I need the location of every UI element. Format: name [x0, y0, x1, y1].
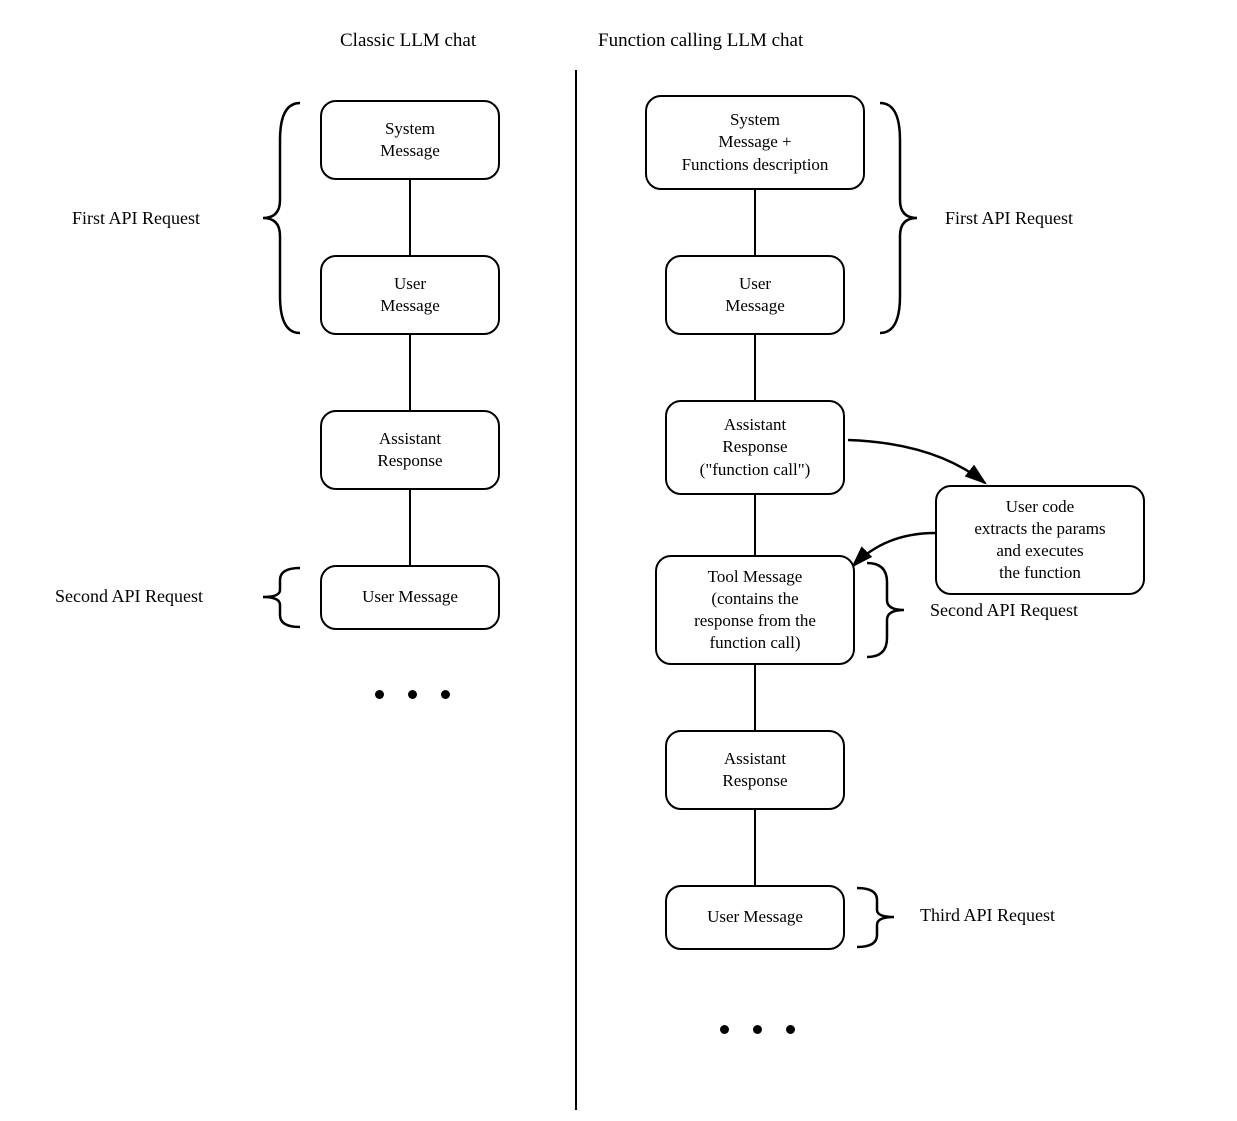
right-connector-3 [754, 495, 756, 555]
right-assistant-box: Assistant Response [665, 730, 845, 810]
dot [753, 1025, 762, 1034]
right-label-first: First API Request [945, 208, 1073, 229]
right-connector-2 [754, 335, 756, 400]
right-brace-third [852, 885, 912, 950]
left-ellipsis [375, 690, 450, 699]
right-assistant-text: Assistant Response [722, 748, 787, 792]
left-user1-box: User Message [320, 255, 500, 335]
right-user1-box: User Message [665, 255, 845, 335]
right-title: Function calling LLM chat [598, 30, 803, 52]
left-connector-3 [409, 490, 411, 565]
left-user1-text: User Message [380, 273, 439, 317]
right-assistant-fc-text: Assistant Response ("function call") [700, 414, 811, 480]
right-label-third: Third API Request [920, 905, 1055, 926]
left-system-text: System Message [380, 118, 439, 162]
left-user2-text: User Message [362, 586, 458, 608]
left-assistant-text: Assistant Response [377, 428, 442, 472]
left-assistant-box: Assistant Response [320, 410, 500, 490]
right-usercode-box: User code extracts the params and execut… [935, 485, 1145, 595]
dot [375, 690, 384, 699]
right-assistant-fc-box: Assistant Response ("function call") [665, 400, 845, 495]
right-connector-5 [754, 810, 756, 885]
arrow-to-usercode [845, 435, 1005, 495]
right-brace-second [862, 560, 922, 660]
right-tool-text: Tool Message (contains the response from… [694, 566, 816, 654]
dot [408, 690, 417, 699]
dot [441, 690, 450, 699]
right-label-second: Second API Request [930, 600, 1078, 621]
right-system-text: System Message + Functions description [682, 109, 829, 175]
left-user2-box: User Message [320, 565, 500, 630]
left-connector-1 [409, 180, 411, 255]
dot [786, 1025, 795, 1034]
left-label-first: First API Request [72, 208, 200, 229]
left-brace-first [245, 100, 305, 336]
dot [720, 1025, 729, 1034]
right-connector-1 [754, 190, 756, 255]
left-title: Classic LLM chat [340, 30, 476, 52]
divider [575, 70, 577, 1110]
left-brace-second [245, 565, 305, 630]
diagram-canvas: Classic LLM chat Function calling LLM ch… [0, 0, 1237, 1121]
right-user2-box: User Message [665, 885, 845, 950]
right-tool-box: Tool Message (contains the response from… [655, 555, 855, 665]
right-usercode-text: User code extracts the params and execut… [974, 496, 1105, 584]
left-connector-2 [409, 335, 411, 410]
left-system-box: System Message [320, 100, 500, 180]
right-brace-first [875, 100, 935, 336]
left-label-second: Second API Request [55, 586, 203, 607]
right-ellipsis [720, 1025, 795, 1034]
right-user2-text: User Message [707, 906, 803, 928]
right-connector-4 [754, 665, 756, 730]
right-system-box: System Message + Functions description [645, 95, 865, 190]
right-user1-text: User Message [725, 273, 784, 317]
